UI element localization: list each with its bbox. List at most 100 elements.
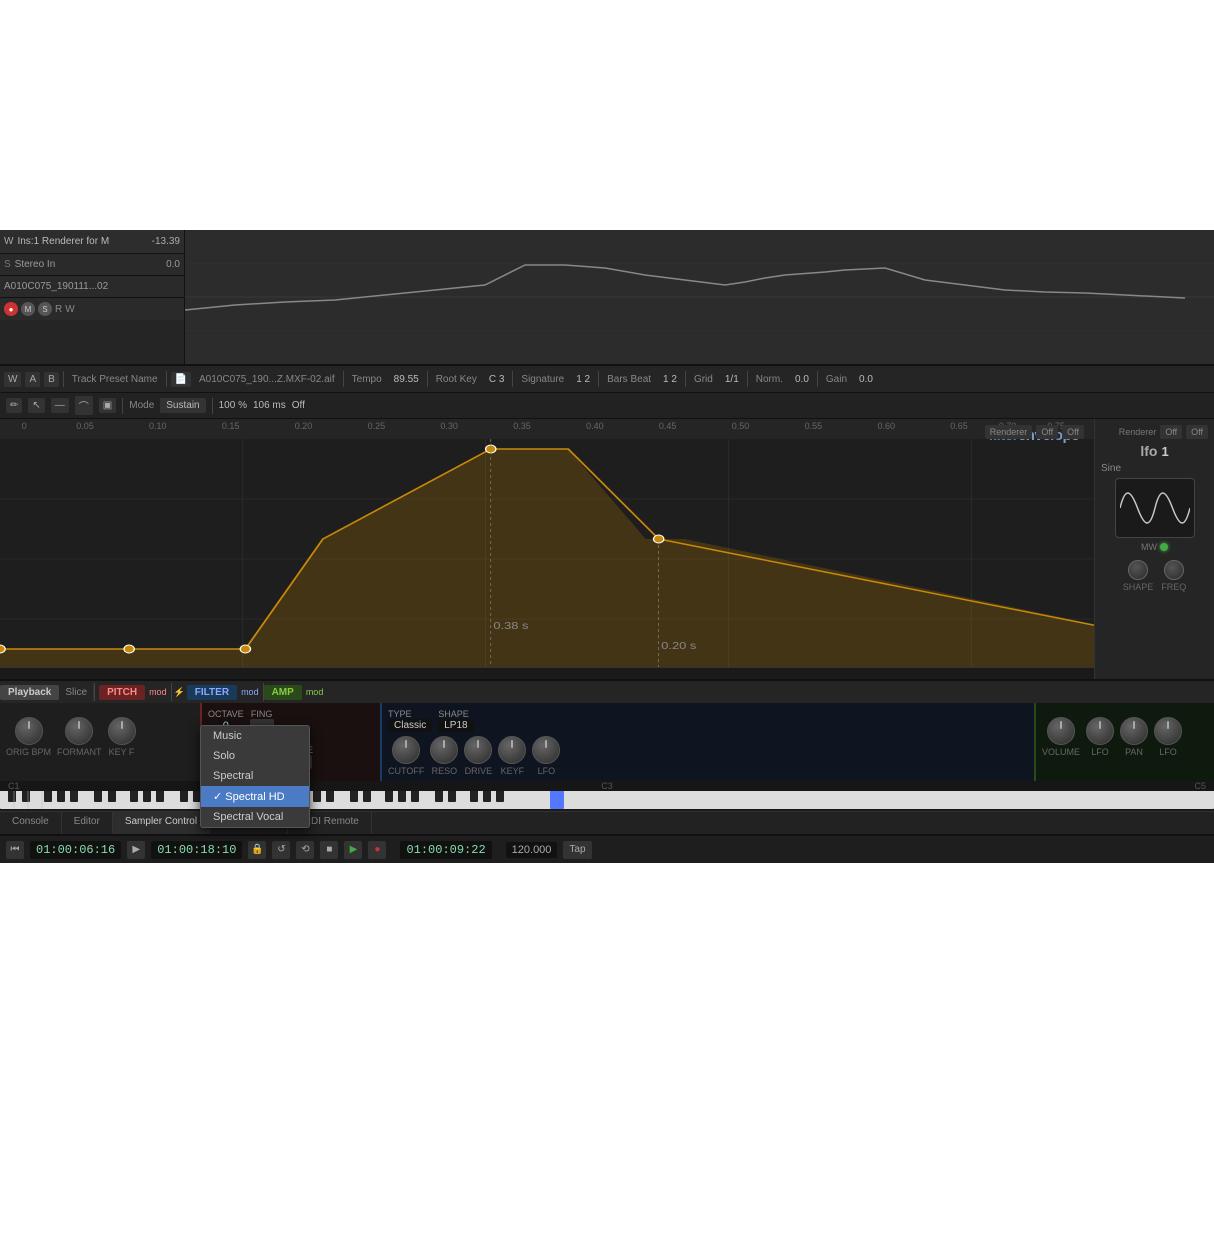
filter-type-row: TYPE Classic SHAPE LP18 — [388, 709, 1028, 732]
type-value[interactable]: Classic — [388, 719, 432, 732]
toolbar-sep-1 — [63, 371, 64, 387]
formant-knob[interactable] — [65, 717, 93, 745]
amp-tab[interactable]: AMP — [264, 685, 302, 700]
cycle-btn[interactable]: ⟲ — [296, 841, 314, 859]
grid-label: Grid — [690, 374, 717, 385]
w-btn[interactable]: W — [4, 372, 21, 387]
grid-value: 1/1 — [721, 374, 743, 385]
track-file-row: A010C075_190111...02 — [0, 276, 184, 298]
r-label[interactable]: R — [55, 304, 62, 315]
console-tab[interactable]: Console — [0, 812, 62, 834]
ruler-015: 0.15 — [222, 421, 240, 431]
lock-btn[interactable]: 🔒 — [248, 841, 266, 859]
ruler-060: 0.60 — [877, 421, 895, 431]
track-input-gain: 0.0 — [166, 259, 180, 270]
shape-value[interactable]: LP18 — [438, 719, 473, 732]
lfo-filter-knob[interactable] — [532, 736, 560, 764]
formant-group: FORMANT — [57, 717, 102, 757]
off-btn-2[interactable]: Off — [1062, 425, 1084, 439]
piano-keyboard[interactable]: C1 C3 C5 — [0, 781, 1214, 811]
cutoff-knob[interactable] — [392, 736, 420, 764]
playback-dropdown[interactable]: Music Solo Spectral Spectral HD Spectral… — [200, 725, 310, 828]
norm-label: Norm. — [752, 374, 787, 385]
w-label[interactable]: W — [4, 236, 13, 247]
amp-mod-tab[interactable]: mod — [302, 684, 328, 700]
reso-knob[interactable] — [430, 736, 458, 764]
mode-label: Mode — [129, 400, 154, 411]
renderer-small: Renderer — [1119, 427, 1157, 437]
signature-label: Signature — [517, 374, 568, 385]
dropdown-spectral-vocal[interactable]: Spectral Vocal — [201, 807, 309, 827]
a-btn[interactable]: A — [25, 372, 40, 387]
lfo-waveform-label: Sine — [1101, 463, 1208, 474]
stop-btn[interactable]: ■ — [320, 841, 338, 859]
record-button[interactable]: ● — [4, 302, 18, 316]
line-btn[interactable]: — — [51, 398, 69, 413]
lfo-off-2[interactable]: Off — [1186, 425, 1208, 439]
keyf-knob[interactable] — [108, 717, 136, 745]
slice-tab[interactable]: Slice — [59, 684, 94, 701]
scrollbar-area[interactable] — [0, 667, 1094, 679]
sampler-controls-row: Music Solo Spectral Spectral HD Spectral… — [0, 703, 1214, 781]
editor-tab[interactable]: Editor — [62, 812, 113, 834]
mode-value[interactable]: Sustain — [160, 398, 205, 413]
draw-btn[interactable]: ✏ — [6, 398, 22, 413]
lfo-wave-svg — [1120, 483, 1190, 533]
solo-button[interactable]: S — [38, 302, 52, 316]
filter-mod-tab[interactable]: mod — [237, 684, 263, 700]
dropdown-spectral[interactable]: Spectral — [201, 766, 309, 786]
mute-button[interactable]: M — [21, 302, 35, 316]
keyf-filter-knob[interactable] — [498, 736, 526, 764]
drive-knob[interactable] — [464, 736, 492, 764]
dropdown-music[interactable]: Music — [201, 726, 309, 746]
lfo-off-1[interactable]: Off — [1160, 425, 1182, 439]
ruler-035: 0.35 — [513, 421, 531, 431]
freq-knob[interactable] — [1164, 560, 1184, 580]
transport-time-2: 01:00:18:10 — [151, 841, 242, 859]
extra-btn[interactable]: ▣ — [99, 398, 116, 413]
file-icon[interactable]: 📄 — [171, 372, 191, 387]
pan-group: PAN — [1120, 717, 1148, 757]
orig-bpm-knob[interactable] — [15, 717, 43, 745]
ruler-025: 0.25 — [368, 421, 386, 431]
curve-btn[interactable]: ⌒ — [75, 396, 93, 415]
toolbar-sep-8 — [747, 371, 748, 387]
pitch-mod-tab[interactable]: mod — [145, 684, 171, 700]
dropdown-spectral-hd[interactable]: Spectral HD — [201, 786, 309, 807]
orig-bpm-label: ORIG BPM — [6, 747, 51, 757]
transport-bar: ⏮ 01:00:06:16 ▶ 01:00:18:10 🔒 ↺ ⟲ ■ ▶ ● … — [0, 835, 1214, 863]
off-btn-1[interactable]: Off — [1036, 425, 1058, 439]
loop-btn[interactable]: ↺ — [272, 841, 290, 859]
s-label: S — [4, 259, 11, 270]
b-btn[interactable]: B — [44, 372, 59, 387]
pitch-tab[interactable]: PITCH — [99, 685, 145, 700]
norm-value: 0.0 — [791, 374, 813, 385]
volume-knob[interactable] — [1047, 717, 1075, 745]
c3-label: C3 — [407, 781, 806, 791]
transport-time-3-container: 01:00:09:22 — [400, 841, 491, 859]
w-track-label[interactable]: W — [65, 304, 74, 315]
bars-beat-value: 1 2 — [659, 374, 681, 385]
dropdown-solo[interactable]: Solo — [201, 746, 309, 766]
file-name: A010C075_190...Z.MXF-02.aif — [195, 374, 339, 385]
playback-tab[interactable]: Playback — [0, 685, 59, 700]
sampler-control-tab[interactable]: Sampler Control — [113, 812, 210, 834]
preset-label: Track Preset Name — [68, 374, 162, 385]
rewind-btn[interactable]: ⏮ — [6, 841, 24, 859]
time-value: 106 ms — [253, 400, 286, 411]
select-btn[interactable]: ↖ — [28, 398, 44, 413]
shape-knob[interactable] — [1128, 560, 1148, 580]
tap-btn[interactable]: Tap — [563, 841, 591, 859]
lfo-amp-knob[interactable] — [1086, 717, 1114, 745]
waveform-svg — [185, 230, 1214, 364]
bars-beat-label: Bars Beat — [603, 374, 655, 385]
pan-knob[interactable] — [1120, 717, 1148, 745]
signature-value: 1 2 — [572, 374, 594, 385]
record-btn[interactable]: ● — [368, 841, 386, 859]
play-btn[interactable]: ▶ — [344, 841, 362, 859]
forward-btn[interactable]: ▶ — [127, 841, 145, 859]
filter-tab[interactable]: FILTER — [187, 685, 237, 700]
lfo-pan-knob[interactable] — [1154, 717, 1182, 745]
track-controls-row[interactable]: ● M S R W — [0, 298, 184, 320]
tempo-container: 120.000 — [506, 842, 558, 858]
